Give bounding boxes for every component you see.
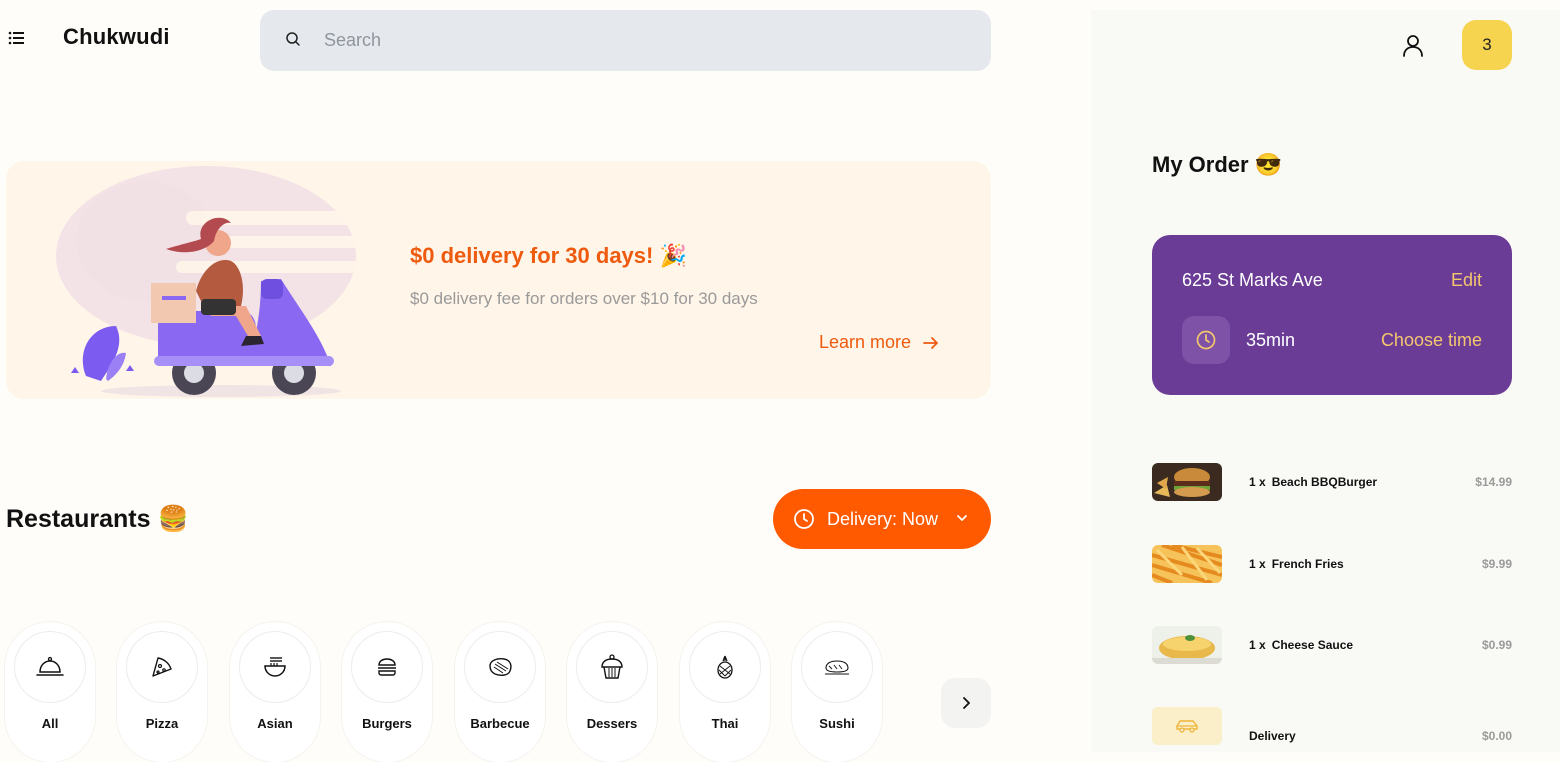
category-label: Thai <box>711 716 739 731</box>
promo-title: $0 delivery for 30 days! 🎉 <box>410 243 687 268</box>
category-burgers[interactable]: Burgers <box>342 622 432 762</box>
order-item-price: $9.99 <box>1481 557 1512 571</box>
search-icon <box>286 32 300 46</box>
arrow-right-icon <box>923 336 938 349</box>
chevron-down-icon <box>957 515 967 521</box>
learn-more-link[interactable]: Learn more <box>819 332 939 353</box>
category-icon-circle <box>464 631 536 703</box>
order-item-qty: 1 x <box>1249 638 1266 652</box>
order-item-name: 1 x Cheese Sauce <box>1249 638 1353 652</box>
delivery-time-dropdown[interactable]: Delivery: Now <box>773 489 991 549</box>
category-all[interactable]: All <box>5 622 95 762</box>
category-label: Asian <box>257 716 293 731</box>
my-order-heading: My Order 😎 <box>1152 152 1283 177</box>
promo-banner: $0 delivery for 30 days! 🎉 $0 delivery f… <box>6 161 991 399</box>
category-icon-circle <box>689 631 761 703</box>
clock-icon <box>794 509 814 529</box>
category-pizza[interactable]: Pizza <box>117 622 207 762</box>
order-item-title: Cheese Sauce <box>1271 638 1354 652</box>
noodle-bowl-icon <box>264 657 286 677</box>
category-icon-circle <box>239 631 311 703</box>
order-item-name: 1 x Beach BBQBurger <box>1249 475 1377 489</box>
category-icon-circle <box>126 631 198 703</box>
order-item-qty: 1 x <box>1249 557 1266 571</box>
category-label: Barbecue <box>470 716 530 731</box>
cupcake-icon <box>601 654 623 679</box>
fries-photo <box>1152 545 1222 583</box>
delivery-thumb <box>1152 707 1222 745</box>
category-list: All Pizza Asian Burgers Barbecue Dessers… <box>5 622 905 762</box>
categories-next-button[interactable] <box>941 678 991 728</box>
delivery-time-label: Delivery: Now <box>827 508 939 529</box>
order-item-title: Beach BBQBurger <box>1271 475 1378 489</box>
category-label: Pizza <box>145 716 179 731</box>
main-content: Chukwudi Search $0 delivery for 30 days!… <box>0 0 1091 762</box>
order-item[interactable]: 1 x Beach BBQBurger $14.99 <box>1152 463 1512 503</box>
steak-icon <box>489 658 512 676</box>
learn-more-label: Learn more <box>819 332 912 352</box>
search-input[interactable] <box>324 24 964 56</box>
order-sidebar: 3 My Order 😎 625 St Marks Ave Edit 35min… <box>1091 10 1560 752</box>
pineapple-icon <box>717 655 733 679</box>
burger-photo <box>1152 463 1222 501</box>
clock-icon <box>1196 330 1216 350</box>
order-item-price: $14.99 <box>1475 475 1512 489</box>
cloche-icon <box>36 656 64 676</box>
search-bar[interactable] <box>260 10 991 71</box>
car-icon <box>1176 720 1198 733</box>
eta-clock-box <box>1182 316 1230 364</box>
delivery-fee-row: Delivery $0.00 <box>1152 707 1512 747</box>
category-label: Sushi <box>819 716 855 731</box>
burger-icon <box>378 658 396 676</box>
delivery-eta: 35min <box>1246 330 1296 350</box>
category-icon-circle <box>801 631 873 703</box>
choose-time-button[interactable]: Choose time <box>1381 330 1482 351</box>
category-thai[interactable]: Thai <box>680 622 770 762</box>
cheese-sauce-photo <box>1152 626 1222 664</box>
menu-list-icon[interactable] <box>8 30 26 46</box>
delivery-fee-label: Delivery <box>1249 729 1296 743</box>
category-icon-circle <box>576 631 648 703</box>
restaurants-heading: Restaurants 🍔 <box>6 505 189 533</box>
delivery-address: 625 St Marks Ave <box>1182 270 1323 290</box>
category-label: Dessers <box>586 716 638 731</box>
category-label: All <box>41 716 59 731</box>
brand-name: Chukwudi <box>63 24 170 49</box>
category-icon-circle <box>351 631 423 703</box>
order-item[interactable]: 1 x Cheese Sauce $0.99 <box>1152 626 1512 666</box>
cart-count-badge[interactable]: 3 <box>1462 20 1512 70</box>
order-item-qty: 1 x <box>1249 475 1266 489</box>
category-label: Burgers <box>362 716 412 731</box>
order-item-price: $0.99 <box>1481 638 1512 652</box>
sushi-icon <box>825 660 849 675</box>
edit-address-button[interactable]: Edit <box>1451 270 1482 291</box>
pizza-icon <box>152 657 172 677</box>
category-asian[interactable]: Asian <box>230 622 320 762</box>
category-dessers[interactable]: Dessers <box>567 622 657 762</box>
delivery-fee-price: $0.00 <box>1481 729 1512 743</box>
scooter-delivery-illustration <box>56 166 366 397</box>
user-icon[interactable] <box>1400 32 1426 58</box>
chevron-right-icon <box>963 697 970 709</box>
promo-subtitle: $0 delivery fee for orders over $10 for … <box>410 289 758 308</box>
category-icon-circle <box>14 631 86 703</box>
order-item-title: French Fries <box>1271 557 1344 571</box>
delivery-address-card: 625 St Marks Ave Edit 35min Choose time <box>1152 235 1512 395</box>
category-barbecue[interactable]: Barbecue <box>455 622 545 762</box>
category-sushi[interactable]: Sushi <box>792 622 882 762</box>
order-item[interactable]: 1 x French Fries $9.99 <box>1152 545 1512 585</box>
order-item-name: 1 x French Fries <box>1249 557 1344 571</box>
